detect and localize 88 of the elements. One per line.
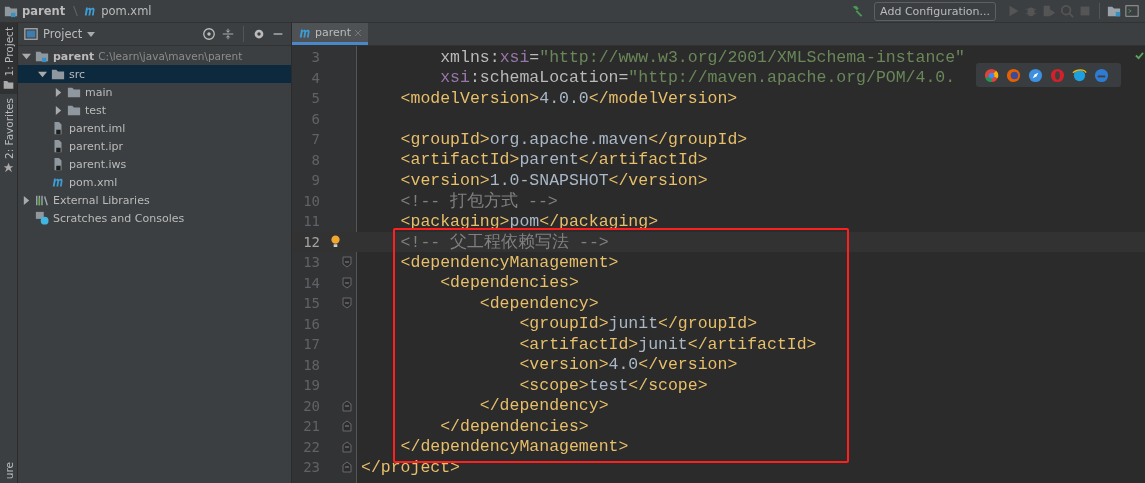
fold-end-icon[interactable] <box>342 440 352 453</box>
terminal-icon[interactable] <box>1125 4 1139 18</box>
project-structure-icon[interactable] <box>1107 4 1121 18</box>
tree-item-label: parent.iws <box>69 157 127 171</box>
folder-icon <box>51 67 65 81</box>
panel-icon <box>24 27 38 41</box>
tree-item-label: parent <box>53 49 95 63</box>
tree-item[interactable]: parent.iws <box>18 155 291 173</box>
collapse-all-icon[interactable] <box>221 27 235 41</box>
collapsed-arrow-icon[interactable] <box>22 195 31 205</box>
caret-icon[interactable] <box>87 30 96 38</box>
firefox-icon[interactable] <box>1006 67 1021 83</box>
code-line: </dependency> <box>478 396 609 416</box>
code-line: </dependencies> <box>439 416 589 436</box>
tree-item[interactable]: parent.iml <box>18 119 291 137</box>
fold-end-icon[interactable] <box>342 399 352 412</box>
project-view-dropdown[interactable]: Project <box>43 27 83 41</box>
code-line: <artifactId>parent</artifactId> <box>399 150 708 170</box>
tree-item-label: test <box>85 103 107 117</box>
code-line: <artifactId>junit</artifactId> <box>518 334 817 354</box>
opera-icon[interactable] <box>1050 67 1065 83</box>
code-line: <!-- 打包方式 --> <box>399 190 558 212</box>
expanded-arrow-icon[interactable] <box>38 69 47 79</box>
tree-item[interactable]: parent.ipr <box>18 137 291 155</box>
lightbulb-icon[interactable] <box>330 235 341 249</box>
tree-item-label: pom.xml <box>69 175 118 189</box>
code-line: <groupId>org.apache.maven</groupId> <box>399 129 748 149</box>
code-line: <dependencyManagement> <box>399 252 619 272</box>
expanded-arrow-icon[interactable] <box>22 51 31 61</box>
safari-icon[interactable] <box>1028 67 1043 83</box>
hammer-icon[interactable] <box>850 4 865 18</box>
folder-icon <box>3 79 14 91</box>
code-line: xsi:schemaLocation="http://maven.apache.org/POM/4.0. <box>439 68 956 88</box>
folder-icon <box>67 103 81 117</box>
star-icon <box>3 162 14 174</box>
add-configuration-button[interactable]: Add Configuration... <box>874 1 996 21</box>
code-line: <scope>test</scope> <box>518 375 708 395</box>
tree-item-label: parent.ipr <box>69 139 124 153</box>
tree-item[interactable]: pom.xml <box>18 173 291 191</box>
module-folder-icon <box>35 49 49 63</box>
tool-window-button[interactable]: 1: Project <box>0 23 17 95</box>
fold-end-icon[interactable] <box>342 461 352 474</box>
tree-item[interactable]: Scratches and Consoles <box>18 209 291 227</box>
code-line: <version>4.0</version> <box>518 355 738 375</box>
breadcrumb-item[interactable]: pom.xml <box>101 4 152 18</box>
tree-item-label: parent.iml <box>69 121 126 135</box>
close-icon[interactable] <box>354 28 363 37</box>
fold-start-icon[interactable] <box>342 276 352 289</box>
code-line: xmlns:xsi="http://www.w3.org/2001/XMLSchema-instance" <box>439 47 966 67</box>
code-line: <!-- 父工程依赖写法 --> <box>399 231 609 253</box>
tree-item[interactable]: test <box>18 101 291 119</box>
fold-start-icon[interactable] <box>342 256 352 269</box>
edge-icon[interactable] <box>1094 67 1109 83</box>
breadcrumb-item[interactable]: parent <box>22 4 66 18</box>
line-number: 12 <box>302 232 321 252</box>
code-line: <packaging>pom</packaging> <box>399 211 659 231</box>
collapsed-arrow-icon[interactable] <box>54 105 63 115</box>
code-line: <modelVersion>4.0.0</modelVersion> <box>399 88 738 108</box>
code-line: <dependency> <box>478 293 599 313</box>
tree-item[interactable]: External Libraries <box>18 191 291 209</box>
tree-item-label: main <box>85 85 113 99</box>
code-line: </project> <box>360 457 461 477</box>
tree-item[interactable]: parent C:\learn\java\maven\parent <box>18 47 291 65</box>
tree-item[interactable]: src <box>18 65 291 83</box>
internet-explorer-icon[interactable] <box>1072 67 1087 83</box>
locate-icon[interactable] <box>202 27 216 41</box>
chrome-icon[interactable] <box>984 67 999 83</box>
code-line: </dependencyManagement> <box>399 437 629 457</box>
folder-icon <box>67 85 81 99</box>
code-line: <version>1.0-SNAPSHOT</version> <box>399 170 708 190</box>
code-line: <groupId>junit</groupId> <box>518 314 758 334</box>
scratches-icon <box>35 211 49 225</box>
module-path: C:\learn\java\maven\parent <box>98 50 243 62</box>
libraries-icon <box>35 193 49 207</box>
collapsed-arrow-icon[interactable] <box>54 87 63 97</box>
tree-item[interactable]: main <box>18 83 291 101</box>
code-line: <dependencies> <box>439 273 579 293</box>
editor-tab[interactable]: parent <box>292 23 369 45</box>
tree-item-label: src <box>69 67 86 81</box>
fold-start-icon[interactable] <box>342 297 352 310</box>
fold-end-icon[interactable] <box>342 420 352 433</box>
settings-icon[interactable] <box>252 27 266 41</box>
tool-window-button[interactable]: 2: Favorites <box>0 94 17 178</box>
folder-icon <box>4 4 18 18</box>
tree-item-label: External Libraries <box>53 193 150 207</box>
tree-item-label: Scratches and Consoles <box>53 211 185 225</box>
check-icon <box>1135 51 1144 60</box>
tool-window-button[interactable]: ure <box>0 457 17 483</box>
